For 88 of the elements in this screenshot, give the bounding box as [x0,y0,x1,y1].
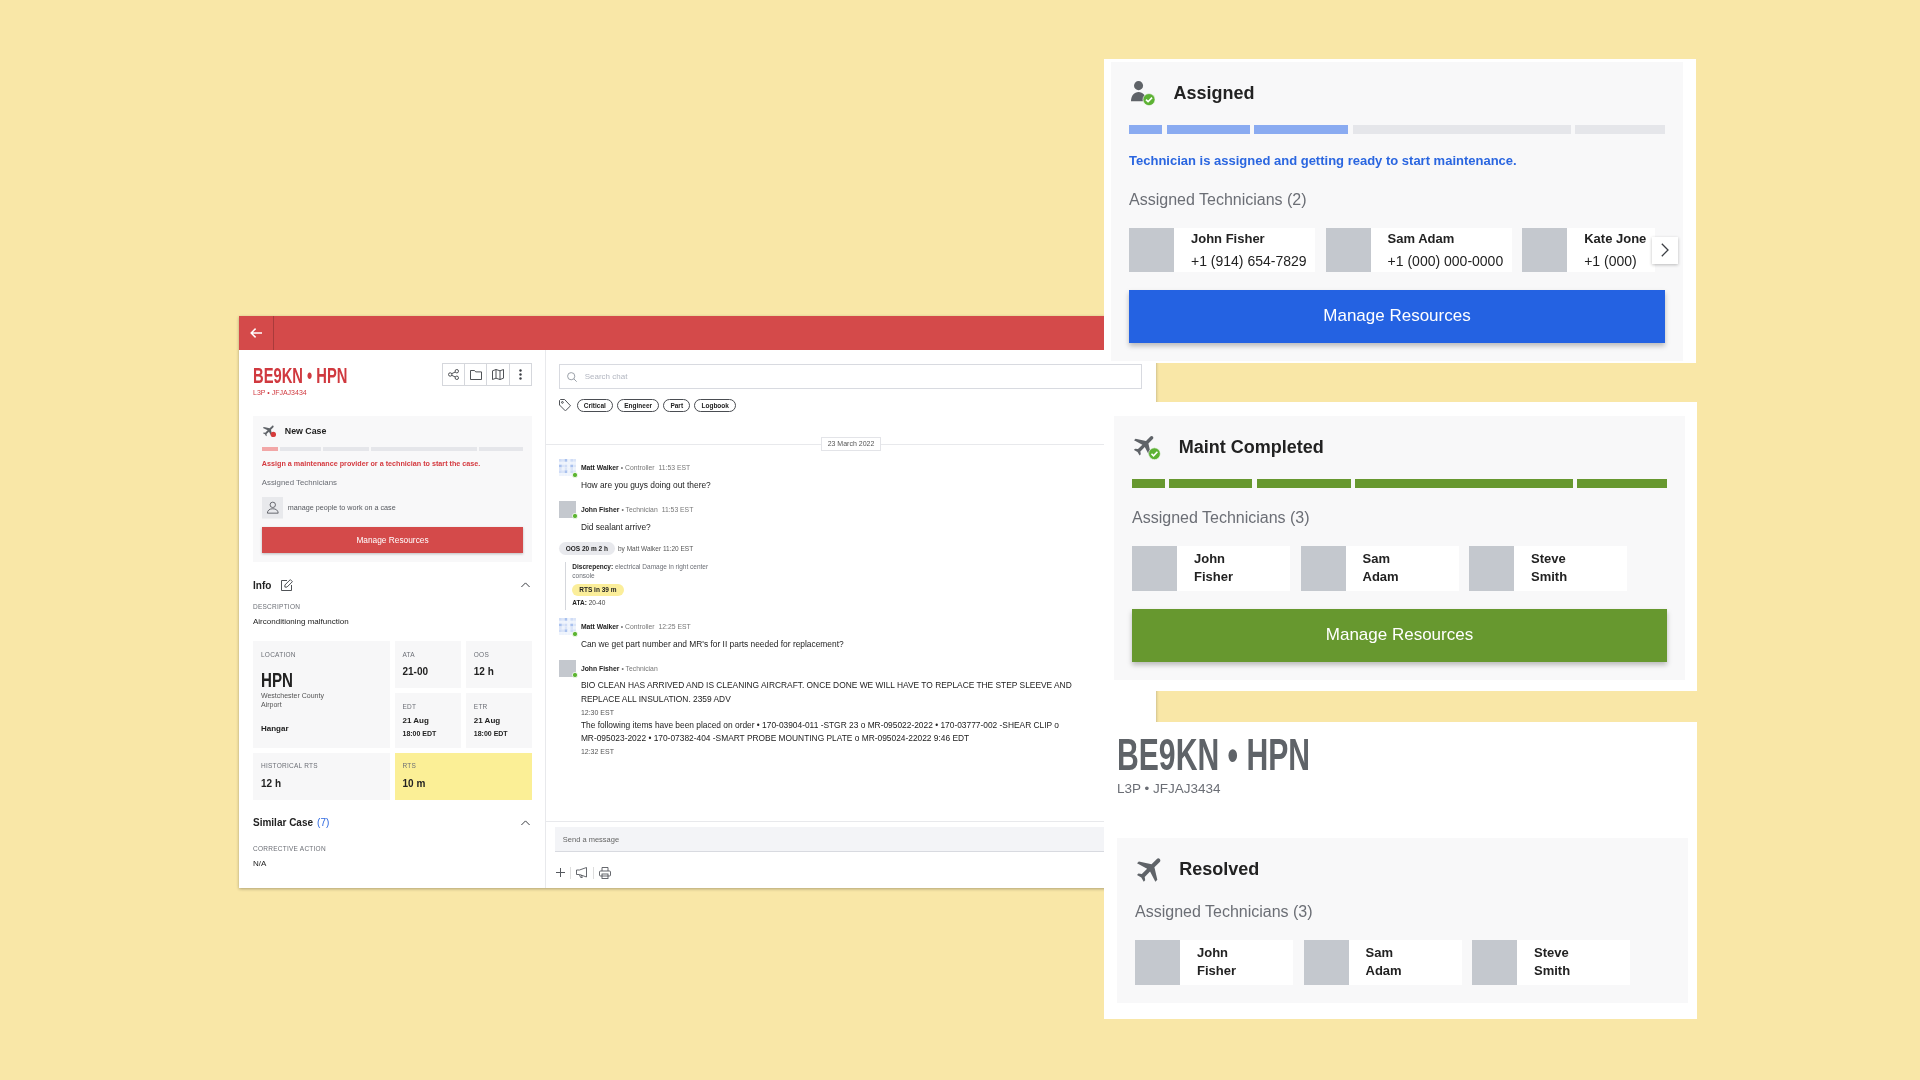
message-text: Did sealant arrive? [580,520,652,534]
case-subtitle: L3P • JFJAJ3434 [1117,780,1221,797]
technician-card[interactable]: Sam Adam [1300,545,1459,591]
technician-name: Kate Jone [1584,229,1647,248]
manage-resources-button[interactable]: Manage Resources [1129,289,1665,343]
technician-card[interactable]: John Fisher [1132,545,1290,591]
field-value: 21 Aug [473,716,502,726]
photo-placeholder [558,500,576,518]
status-title: New Case [284,426,327,437]
photo-placeholder [1325,227,1371,272]
field-value: 12 h [473,666,495,679]
photo-placeholder [1135,939,1180,985]
technician-phone: +1 (914) 654-7829 [1191,251,1307,270]
status-title: Resolved [1179,859,1260,881]
case-count: (7) [317,817,330,829]
share-button[interactable] [441,363,466,387]
search-field[interactable]: Search chat [558,363,1142,390]
technician-name: John Fisher [1194,550,1234,586]
technician-name: John Fisher [1197,944,1237,981]
photo-placeholder [1522,227,1568,272]
arrow-left-icon [250,328,262,338]
megaphone-icon[interactable] [576,867,588,878]
field-value: 21-00 [402,666,430,679]
technician-card[interactable]: Kate Jone +1 (000) [1522,227,1655,272]
technician-phone: +1 (000) [1584,251,1638,270]
description-text: Airconditioning malfunction [253,616,350,627]
status-title: Maint Completed [1178,437,1324,458]
technician-name: Steve Smith [1534,944,1572,981]
section-label: Assigned Technicians (2) [1129,189,1308,210]
more-icon [518,369,522,381]
message-text: Can we get part number and MR's for II parts needed for replacement? [580,637,845,651]
location-place: Hangar [261,723,290,734]
technician-card[interactable]: Steve Smith [1469,545,1627,591]
field-value: 12 h [261,777,282,790]
photo-placeholder [558,659,576,677]
message-text: The following items have been placed on order • 170-03904-011 -STGR 23 o MR-095022-2022 • 170-03777-002 -SHEAR CLIP o MR-095023-2022 • 170-07382-404 -SMART PROBE MOUNTING PLATE o MR-095024-22022 9:46 EDT [580,718,1060,746]
folder-icon [469,369,482,380]
photo-placeholder [1472,939,1517,985]
chevron-up-icon[interactable] [521,820,530,826]
status-title: Assigned [1173,83,1255,104]
pattern-avatar-icon [558,459,576,477]
technician-name: John Fisher [1191,229,1266,248]
section-title: Info [253,579,272,591]
search-icon [566,371,577,382]
airplane-check-icon [1134,435,1161,460]
status-message: Technician is assigned and getting ready to start maintenance. [1129,152,1518,170]
airport-code: HPN [261,668,293,690]
chevron-up-icon[interactable] [521,582,530,588]
message-text: BIO CLEAN HAS ARRIVED AND IS CLEANING AIRCRAFT. ONCE DONE WE WILL HAVE TO REPLACE THE STEP SLEEVE AND REPLACE ALL INSULATION. 2359 ADV [580,679,1073,706]
photo-placeholder [1132,545,1177,591]
field-value: 10 m [402,777,427,790]
manage-resources-button[interactable]: Manage Resources [261,527,524,554]
person-check-icon [1131,81,1156,106]
technician-card[interactable]: John Fisher [1135,939,1293,985]
technician-phone: +1 (000) 000-0000 [1387,251,1504,270]
technician-name: Sam Adam [1362,550,1400,586]
plus-icon[interactable] [556,868,565,877]
section-label: Assigned Technicians (3) [1132,507,1311,528]
field-value: 21 Aug [402,716,430,726]
photo-placeholder [1469,545,1514,591]
section-title: Similar Case [253,817,314,829]
technician-card[interactable]: Sam Adam +1 (000) 000-0000 [1325,227,1512,272]
case-title: BE9KN • HPN [1117,733,1311,777]
field-value: N/A [253,858,268,869]
airplane-icon [1137,857,1162,883]
technician-card[interactable]: Steve Smith [1472,939,1630,985]
edit-icon[interactable] [281,579,294,592]
photo-placeholder [1303,939,1349,985]
folder-button[interactable] [464,363,488,387]
printer-icon[interactable] [599,866,611,879]
map-icon [492,369,505,381]
chevron-right-icon [1661,243,1669,257]
technician-card[interactable]: Sam Adam [1303,939,1462,985]
message-text: How are you guys doing out there? [580,479,712,493]
person-icon [261,497,284,519]
share-icon [447,369,459,381]
more-button[interactable] [508,363,532,387]
tag-icon [559,399,572,412]
technician-name: Sam Adam [1387,229,1456,248]
photo-placeholder [1129,227,1174,272]
pattern-avatar-icon [558,618,576,636]
map-button[interactable] [486,363,510,387]
photo-placeholder [1300,545,1346,591]
section-label: Assigned Technicians (3) [1135,901,1314,922]
case-title: BE9KN • HPN [253,365,348,388]
technician-name: Sam Adam [1365,944,1403,981]
technician-card[interactable]: John Fisher +1 (914) 654-7829 [1129,227,1316,272]
technician-name: Steve Smith [1531,550,1569,586]
